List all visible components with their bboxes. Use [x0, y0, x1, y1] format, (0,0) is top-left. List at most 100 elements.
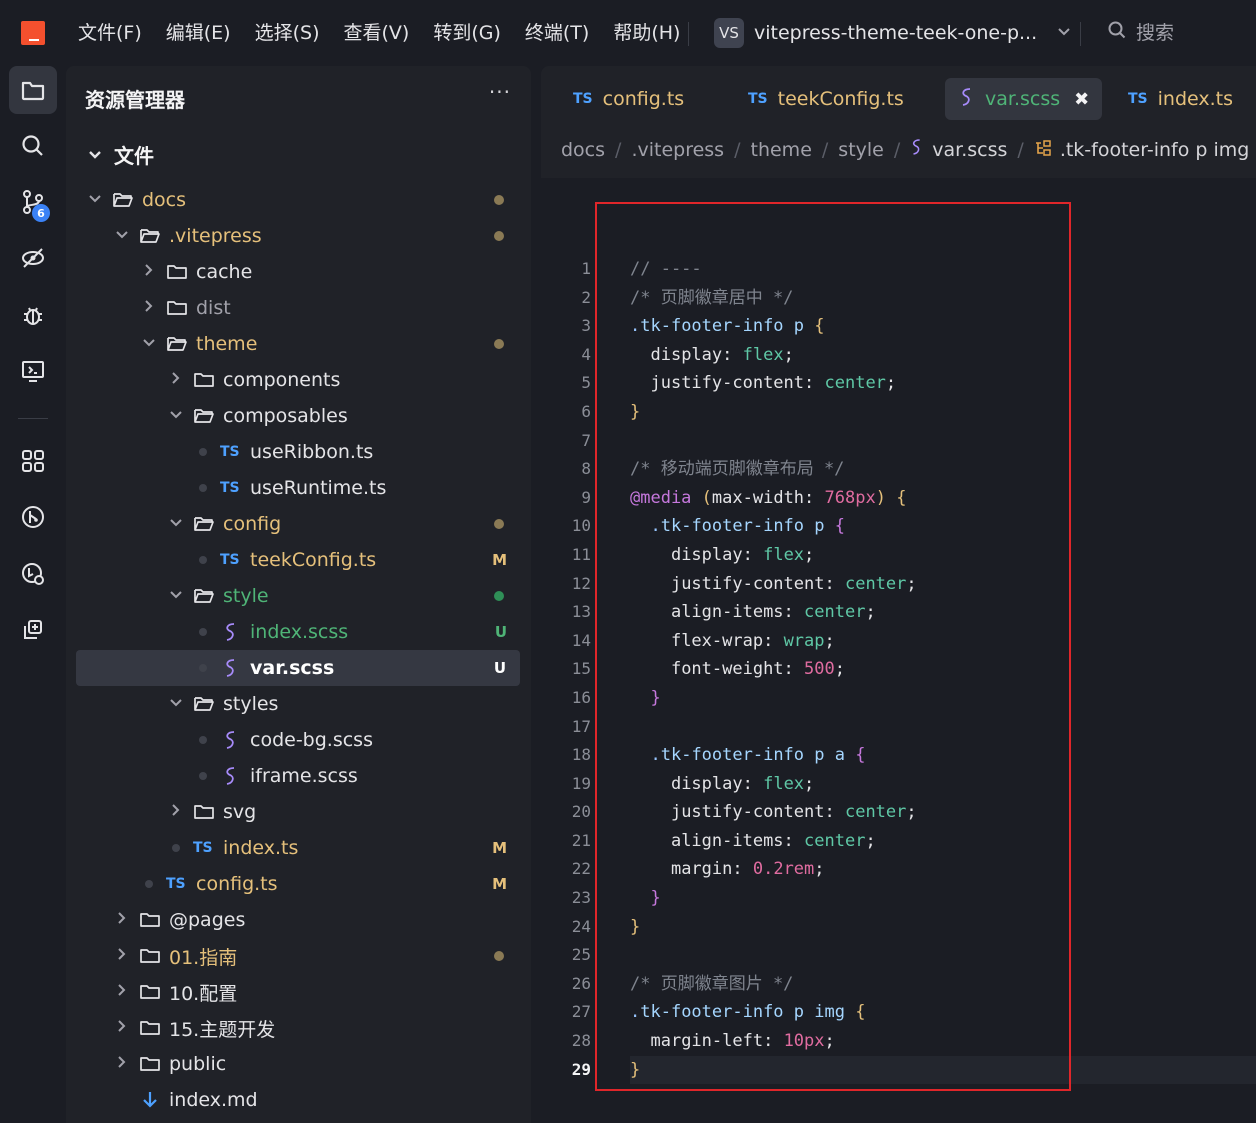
code-line[interactable]: .tk-footer-info p img {: [630, 998, 1256, 1027]
code-line[interactable]: display: flex;: [630, 541, 1256, 570]
code-line[interactable]: /* 移动端页脚徽章布局 */: [630, 455, 1256, 484]
code-line[interactable]: display: flex;: [630, 341, 1256, 370]
breadcrumb-item[interactable]: .vitepress: [631, 139, 724, 161]
menu-view[interactable]: 查看(V): [332, 18, 422, 48]
code-line[interactable]: // ----: [630, 255, 1256, 284]
tree-item[interactable]: @pages: [66, 902, 531, 938]
tree-item[interactable]: 15.主题开发: [66, 1010, 531, 1046]
code-line[interactable]: /* 页脚徽章居中 */: [630, 284, 1256, 313]
menu-selection[interactable]: 选择(S): [243, 18, 332, 48]
breadcrumb-item[interactable]: theme: [751, 139, 812, 161]
folder-open-icon: [193, 515, 215, 533]
tab-index-ts[interactable]: TS index.ts: [1114, 78, 1247, 120]
line-number: 7: [581, 430, 591, 450]
code-line[interactable]: .tk-footer-info p {: [630, 512, 1256, 541]
menu-go[interactable]: 转到(G): [421, 18, 513, 48]
tree-item[interactable]: docs: [66, 182, 531, 218]
code-editor[interactable]: 1 2 3 4 5 6 7 8 9 10 11 12 13 14 15 16 17 18 19 20 21 22 23 24 2…: [541, 178, 1256, 1123]
breadcrumb-item[interactable]: style: [838, 139, 884, 161]
tree-item[interactable]: 01.指南: [66, 938, 531, 974]
code-line[interactable]: flex-wrap: wrap;: [630, 627, 1256, 656]
code-line[interactable]: .tk-footer-info p {: [630, 312, 1256, 341]
tree-item-label: var.scss: [250, 657, 335, 679]
menu-edit[interactable]: 编辑(E): [154, 18, 243, 48]
tab-teekconfig-ts[interactable]: TS teekConfig.ts: [734, 78, 918, 120]
tree-item-label: useRibbon.ts: [250, 441, 374, 463]
code-line[interactable]: align-items: center;: [630, 827, 1256, 856]
tree-item-label: dist: [196, 297, 231, 319]
breadcrumb-item[interactable]: .tk-footer-info p img: [1060, 139, 1250, 161]
tree-item[interactable]: var.scss U: [76, 650, 520, 686]
tree-item[interactable]: config: [66, 506, 531, 542]
code-line[interactable]: }: [630, 884, 1256, 913]
search-box[interactable]: 搜索: [1108, 18, 1174, 45]
tree-item[interactable]: .vitepress: [66, 218, 531, 254]
bug-icon[interactable]: [9, 291, 57, 339]
remote-explorer-icon[interactable]: [9, 347, 57, 395]
timeline-icon[interactable]: [9, 550, 57, 598]
files-section-header[interactable]: 文件: [88, 140, 154, 169]
breadcrumb: docs / .vitepress / theme / style / var.scss…: [561, 138, 1250, 161]
tree-item[interactable]: iframe.scss: [66, 758, 531, 794]
tree-item[interactable]: code-bg.scss: [66, 722, 531, 758]
menu-terminal[interactable]: 终端(T): [513, 18, 601, 48]
tree-item[interactable]: theme: [66, 326, 531, 362]
code-line[interactable]: }: [630, 684, 1256, 713]
tree-item[interactable]: components: [66, 362, 531, 398]
code-line[interactable]: @media (max-width: 768px) {: [630, 484, 1256, 513]
line-number: 21: [571, 830, 591, 850]
tree-item[interactable]: index.md: [66, 1082, 531, 1118]
tree-item[interactable]: TS useRuntime.ts: [66, 470, 531, 506]
close-icon[interactable]: ✖: [1074, 89, 1089, 110]
tree-item-label: docs: [142, 189, 187, 211]
extensions-icon[interactable]: [9, 437, 57, 485]
breadcrumb-item[interactable]: var.scss: [932, 139, 1007, 161]
tree-item[interactable]: TS index.ts M: [66, 830, 531, 866]
tree-item[interactable]: svg: [66, 794, 531, 830]
source-control-icon[interactable]: [9, 178, 57, 226]
menu-help[interactable]: 帮助(H): [601, 18, 692, 48]
tab-var-scss[interactable]: var.scss ✖: [945, 78, 1102, 120]
tree-item[interactable]: cache: [66, 254, 531, 290]
code-line[interactable]: justify-content: center;: [630, 369, 1256, 398]
code-line[interactable]: font-weight: 500;: [630, 655, 1256, 684]
tree-item[interactable]: styles: [66, 686, 531, 722]
code-line[interactable]: }: [630, 398, 1256, 427]
tab-config-ts[interactable]: TS config.ts: [559, 78, 698, 120]
sass-icon: [220, 766, 242, 786]
code-line[interactable]: display: flex;: [630, 770, 1256, 799]
run-debug-icon[interactable]: [9, 234, 57, 282]
tree-item[interactable]: composables: [66, 398, 531, 434]
code-line[interactable]: [630, 941, 1256, 970]
tree-item[interactable]: TS teekConfig.ts M: [66, 542, 531, 578]
code-line[interactable]: align-items: center;: [630, 598, 1256, 627]
more-actions-button[interactable]: ···: [489, 80, 511, 104]
search-icon[interactable]: [9, 122, 57, 170]
tree-item[interactable]: style: [66, 578, 531, 614]
code-line[interactable]: [630, 713, 1256, 742]
line-number: 20: [571, 802, 591, 822]
code-line[interactable]: justify-content: center;: [630, 798, 1256, 827]
tree-item[interactable]: dist: [66, 290, 531, 326]
tree-item[interactable]: TS useRibbon.ts: [66, 434, 531, 470]
tree-item[interactable]: 10.配置: [66, 974, 531, 1010]
code-line[interactable]: margin: 0.2rem;: [630, 855, 1256, 884]
tree-item[interactable]: public: [66, 1046, 531, 1082]
tree-item-label: index.md: [169, 1089, 258, 1111]
copilot-icon[interactable]: [9, 606, 57, 654]
code-line[interactable]: [630, 427, 1256, 456]
tree-item[interactable]: index.scss U: [66, 614, 531, 650]
code-line[interactable]: }: [630, 913, 1256, 942]
code-line[interactable]: justify-content: center;: [630, 570, 1256, 599]
sass-icon: [220, 730, 242, 750]
git-graph-icon[interactable]: [9, 493, 57, 541]
explorer-icon[interactable]: [9, 66, 57, 114]
code-line[interactable]: /* 页脚徽章图片 */: [630, 970, 1256, 999]
code-line[interactable]: }: [630, 1055, 1256, 1085]
code-line[interactable]: margin-left: 10px;: [630, 1027, 1256, 1056]
tree-item[interactable]: TS config.ts M: [66, 866, 531, 902]
code-line[interactable]: .tk-footer-info p a {: [630, 741, 1256, 770]
menu-file[interactable]: 文件(F): [66, 18, 154, 48]
project-switcher[interactable]: VS vitepress-theme-teek-one-p...: [714, 18, 1071, 48]
breadcrumb-item[interactable]: docs: [561, 139, 605, 161]
